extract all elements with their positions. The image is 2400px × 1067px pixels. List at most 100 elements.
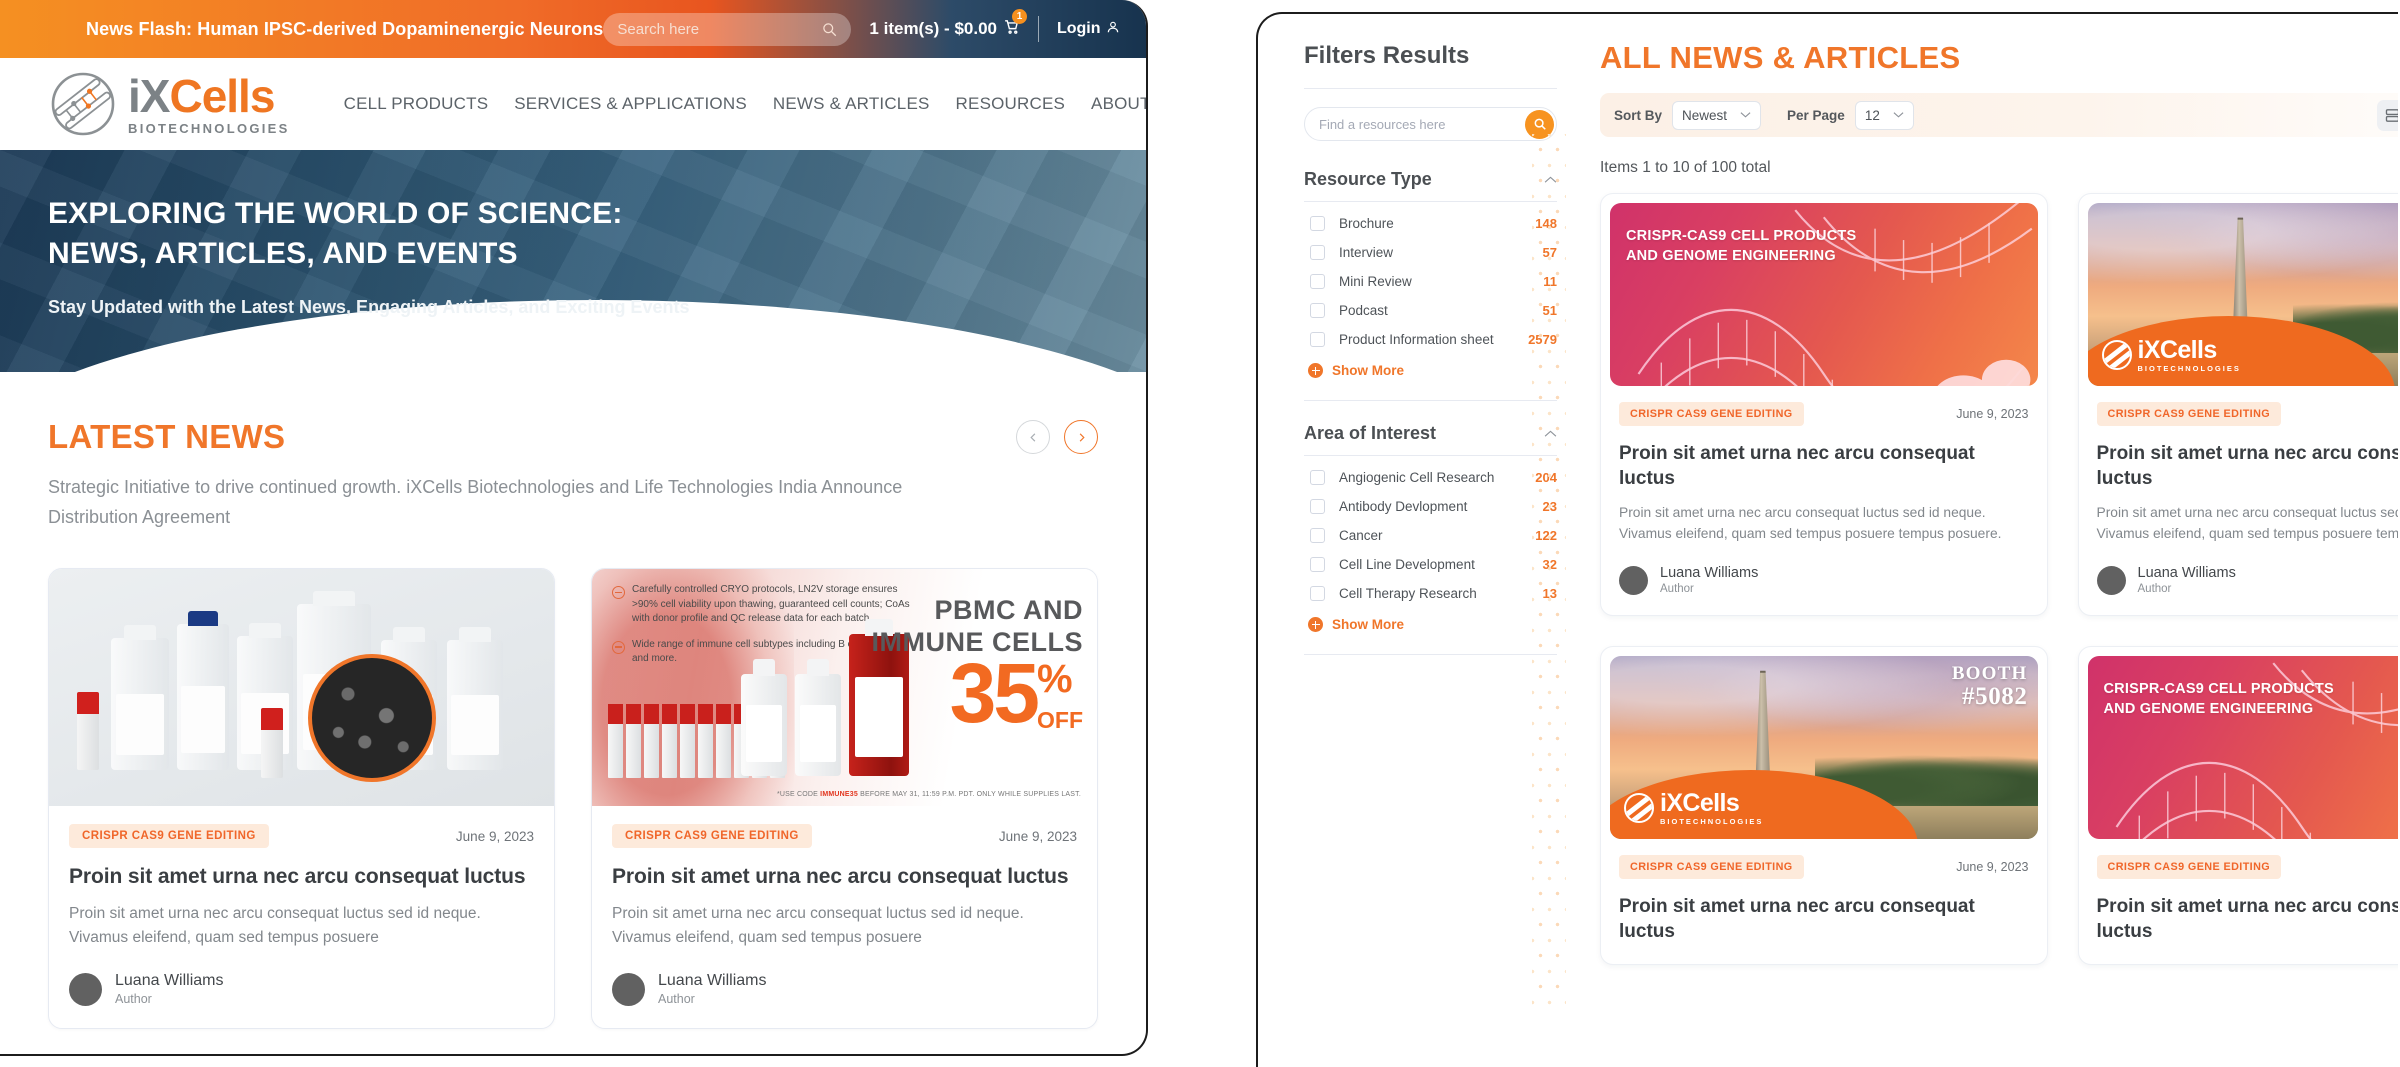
filters-search-input[interactable]: Find a resources here: [1304, 107, 1557, 141]
show-more-resource-type[interactable]: Show More: [1304, 363, 1557, 378]
resource-card[interactable]: CRISPR-CAS9 CELL PRODUCTS AND GENOME ENG…: [2077, 646, 2399, 966]
category-badge[interactable]: CRISPR CAS9 GENE EDITING: [2096, 402, 2282, 426]
promo-off-label: OFF: [1037, 707, 1083, 734]
resource-card[interactable]: BOOTH #5082 iXCells BIOTECHNOLOGIES: [2077, 193, 2399, 617]
checkbox[interactable]: [1310, 245, 1325, 260]
dna-banner-text: CRISPR-CAS9 CELL PRODUCTS AND GENOME ENG…: [1626, 227, 1856, 266]
per-page-label: Per Page: [1787, 107, 1845, 123]
filter-option-count: 148: [1535, 216, 1557, 231]
news-card-title[interactable]: Proin sit amet urna nec arcu consequat l…: [612, 865, 1077, 889]
carousel-next-button[interactable]: [1064, 420, 1098, 454]
news-card[interactable]: CRISPR CAS9 GENE EDITING June 9, 2023 Pr…: [48, 568, 555, 1030]
publish-date: June 9, 2023: [1956, 860, 2029, 875]
header-divider: [1037, 16, 1039, 42]
filter-group-header[interactable]: Area of Interest: [1304, 423, 1557, 444]
news-card-body: CRISPR CAS9 GENE EDITING June 9, 2023 Pr…: [592, 806, 1097, 1028]
filter-option-product-information-sheet[interactable]: Product Information sheet 2579: [1304, 332, 1557, 347]
dna-banner-line1: CRISPR-CAS9 CELL PRODUCTS: [2103, 681, 2334, 698]
results-count-text: Items 1 to 10 of 100 total: [1600, 159, 1771, 176]
checkbox[interactable]: [1310, 557, 1325, 572]
resource-card-title[interactable]: Proin sit amet urna nec arcu consequat l…: [1619, 894, 2029, 944]
filter-option-cancer[interactable]: Cancer 122: [1304, 528, 1557, 543]
sort-by-value: Newest: [1682, 107, 1728, 123]
nav-item-about[interactable]: ABOUT: [1091, 94, 1146, 114]
show-more-area-of-interest[interactable]: Show More: [1304, 617, 1557, 632]
dna-banner-line1: CRISPR-CAS9 CELL PRODUCTS: [1626, 228, 1857, 244]
category-badge[interactable]: CRISPR CAS9 GENE EDITING: [1619, 402, 1804, 426]
filter-option-brochure[interactable]: Brochure 148: [1304, 216, 1557, 231]
checkbox[interactable]: [1310, 470, 1325, 485]
search-icon: [822, 22, 837, 37]
author-role: Author: [115, 992, 152, 1007]
chevron-up-icon[interactable]: [1544, 426, 1557, 441]
checkbox[interactable]: [1310, 216, 1325, 231]
resource-card-image: CRISPR-CAS9 CELL PRODUCTS AND GENOME ENG…: [2087, 656, 2398, 840]
news-card-body: CRISPR CAS9 GENE EDITING June 9, 2023 Pr…: [49, 806, 554, 1028]
author-name: Luana Williams: [115, 972, 224, 990]
nav-item-resources[interactable]: RESOURCES: [956, 94, 1066, 114]
resource-card-title[interactable]: Proin sit amet urna nec arcu consequat l…: [1619, 441, 2029, 491]
resource-card-title[interactable]: Proin sit amet urna nec arcu consequat l…: [2097, 441, 2399, 491]
filter-option-cell-line-development[interactable]: Cell Line Development 32: [1304, 557, 1557, 572]
sort-by-select[interactable]: Newest: [1672, 100, 1762, 130]
resource-card-meta: CRISPR CAS9 GENE EDITING June 9, 2023: [2096, 402, 2399, 426]
filter-option-count: 32: [1542, 557, 1557, 572]
sort-by-label: Sort By: [1614, 107, 1663, 123]
filter-option-mini-review[interactable]: Mini Review 11: [1304, 274, 1557, 289]
category-badge[interactable]: CRISPR CAS9 GENE EDITING: [612, 824, 812, 849]
filters-divider: [1304, 88, 1557, 89]
nav-item-cell-products[interactable]: CELL PRODUCTS: [344, 94, 489, 114]
resource-card[interactable]: BOOTH #5082 iXCells BIOTECHNOLOGIES: [1600, 646, 2048, 966]
news-card-title[interactable]: Proin sit amet urna nec arcu consequat l…: [69, 865, 534, 889]
author-block: Luana Williams Author: [69, 972, 534, 1006]
right-resources-panel: Filters Results Find a resources here Re…: [1256, 12, 2398, 1067]
filter-option-interview[interactable]: Interview 57: [1304, 245, 1557, 260]
nav-item-news-articles[interactable]: NEWS & ARTICLES: [773, 94, 930, 114]
nav-item-services-applications[interactable]: SERVICES & APPLICATIONS: [514, 94, 747, 114]
hero-title-line1: EXPLORING THE WORLD OF SCIENCE:: [48, 197, 623, 230]
login-label: Login: [1056, 20, 1101, 37]
publish-date: June 9, 2023: [455, 828, 534, 844]
checkbox[interactable]: [1310, 332, 1325, 347]
results-heading: ALL NEWS & ARTICLES: [1600, 40, 1961, 75]
filter-option-podcast[interactable]: Podcast 51: [1304, 303, 1557, 318]
filters-search-button[interactable]: [1525, 109, 1554, 139]
resource-card-title[interactable]: Proin sit amet urna nec arcu consequat l…: [2097, 894, 2399, 944]
resource-card[interactable]: CRISPR-CAS9 CELL PRODUCTS AND GENOME ENG…: [1600, 193, 2048, 617]
checkbox[interactable]: [1310, 303, 1325, 318]
filter-option-count: 57: [1542, 245, 1557, 260]
category-badge[interactable]: CRISPR CAS9 GENE EDITING: [1619, 855, 1804, 880]
header-search-input[interactable]: Search here: [603, 12, 852, 46]
promo-fineprint: *USE CODE IMMUNE35 BEFORE MAY 31, 11:59 …: [777, 791, 1081, 798]
product-bottles-image: [49, 569, 554, 807]
filter-group-divider: [1304, 455, 1557, 456]
plus-circle-icon: [1308, 363, 1323, 378]
category-badge[interactable]: CRISPR CAS9 GENE EDITING: [69, 824, 269, 849]
resource-card-image: BOOTH #5082 iXCells BIOTECHNOLOGIES: [1610, 656, 2038, 840]
filter-option-antibody-devlopment[interactable]: Antibody Devlopment 23: [1304, 499, 1557, 514]
publish-date: June 9, 2023: [1956, 407, 2029, 421]
category-badge[interactable]: CRISPR CAS9 GENE EDITING: [2096, 855, 2282, 880]
carousel-prev-button[interactable]: [1016, 420, 1050, 454]
chevron-up-icon[interactable]: [1544, 172, 1557, 187]
checkbox[interactable]: [1310, 528, 1325, 543]
list-view-button[interactable]: [2376, 99, 2398, 131]
news-card[interactable]: Carefully controlled CRYO protocols, LN2…: [591, 568, 1098, 1030]
hero-subtitle: Stay Updated with the Latest News, Engag…: [48, 297, 690, 318]
checkbox[interactable]: [1310, 274, 1325, 289]
brand-wordmark: iXCells BIOTECHNOLOGIES: [128, 73, 290, 135]
banner-logo: iXCells BIOTECHNOLOGIES: [1624, 790, 1763, 826]
checkbox[interactable]: [1310, 499, 1325, 514]
filter-option-cell-therapy-research[interactable]: Cell Therapy Research 13: [1304, 586, 1557, 601]
checkbox[interactable]: [1310, 586, 1325, 601]
per-page-select[interactable]: 12: [1854, 100, 1914, 130]
cart-badge: 1: [1011, 9, 1027, 24]
cart-summary[interactable]: 1 item(s) - $0.00 1: [869, 9, 1027, 40]
filter-option-angiogenic-cell-research[interactable]: Angiogenic Cell Research 204: [1304, 470, 1557, 485]
resource-card-meta: CRISPR CAS9 GENE EDITING June 9, 2023: [1619, 855, 2029, 880]
filter-group-header[interactable]: Resource Type: [1304, 169, 1557, 190]
login-button[interactable]: Login: [1057, 20, 1120, 39]
dna-banner-line2: AND GENOME ENGINEERING: [2103, 700, 2314, 717]
site-logo[interactable]: iXCells BIOTECHNOLOGIES: [48, 69, 290, 139]
resource-card-body: CRISPR CAS9 GENE EDITING June 9, 2023 Pr…: [2079, 839, 2399, 964]
